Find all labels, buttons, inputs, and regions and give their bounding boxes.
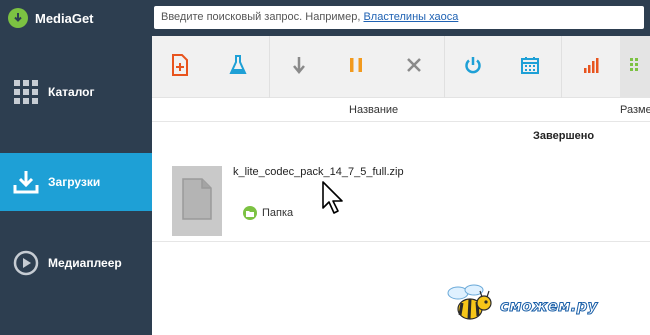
experimental-button[interactable] bbox=[210, 36, 265, 98]
sidebar: MediaGet Каталог Загрузки Медиаплеер bbox=[0, 0, 152, 335]
watermark-text: сможем.ру bbox=[500, 297, 598, 316]
search-input[interactable]: Введите поисковый запрос. Например, Влас… bbox=[154, 6, 644, 29]
topbar: Введите поисковый запрос. Например, Влас… bbox=[152, 0, 650, 36]
sidebar-item-catalog[interactable]: Каталог bbox=[0, 63, 152, 121]
download-filename[interactable]: k_lite_codec_pack_14_7_5_full.zip bbox=[233, 166, 404, 178]
sidebar-item-label: Загрузки bbox=[48, 175, 101, 189]
file-icon bbox=[180, 177, 214, 226]
delete-button[interactable] bbox=[385, 36, 442, 98]
open-folder-link[interactable]: Папка bbox=[243, 206, 293, 220]
sidebar-item-mediaplayer[interactable]: Медиаплеер bbox=[0, 234, 152, 292]
section-completed-title: Завершено bbox=[533, 130, 595, 142]
scheduler-button[interactable] bbox=[501, 36, 559, 98]
shutdown-button[interactable] bbox=[445, 36, 501, 98]
bee-mascot-icon bbox=[444, 281, 496, 332]
add-torrent-icon bbox=[171, 53, 189, 81]
speed-bars-icon bbox=[583, 57, 599, 78]
mediaget-logo-icon bbox=[8, 8, 28, 28]
view-mode-button[interactable] bbox=[620, 36, 650, 98]
mouse-cursor-icon bbox=[321, 180, 347, 221]
pause-icon bbox=[349, 56, 363, 79]
folder-label: Папка bbox=[262, 207, 294, 219]
column-name-header[interactable]: Название bbox=[349, 104, 398, 116]
add-torrent-button[interactable] bbox=[152, 36, 207, 98]
search-placeholder: Введите поисковый запрос. Например, bbox=[161, 11, 364, 23]
play-icon bbox=[13, 250, 39, 276]
resume-button[interactable] bbox=[270, 36, 327, 98]
sidebar-item-label: Медиаплеер bbox=[48, 256, 122, 270]
column-size-header[interactable]: Разме bbox=[620, 104, 650, 116]
close-icon bbox=[406, 57, 422, 78]
column-header: Название Разме bbox=[152, 98, 650, 122]
watermark: сможем.ру bbox=[444, 282, 598, 330]
grid-icon bbox=[13, 79, 39, 105]
arrow-down-icon bbox=[292, 55, 306, 80]
speed-button[interactable] bbox=[562, 36, 619, 98]
download-icon bbox=[13, 169, 39, 195]
brand: MediaGet bbox=[0, 0, 152, 36]
search-example-link[interactable]: Властелины хаоса bbox=[363, 11, 458, 23]
sidebar-item-downloads[interactable]: Загрузки bbox=[0, 153, 152, 211]
pause-button[interactable] bbox=[327, 36, 385, 98]
grid-view-icon bbox=[630, 57, 640, 78]
folder-icon bbox=[243, 206, 257, 220]
flask-icon bbox=[228, 54, 247, 81]
file-thumbnail bbox=[172, 166, 222, 236]
download-row[interactable]: k_lite_codec_pack_14_7_5_full.zip Папка bbox=[152, 150, 650, 242]
power-icon bbox=[464, 56, 482, 79]
sidebar-item-label: Каталог bbox=[48, 85, 95, 99]
app-name: MediaGet bbox=[35, 10, 94, 26]
calendar-icon bbox=[521, 56, 539, 79]
toolbar bbox=[152, 36, 650, 98]
